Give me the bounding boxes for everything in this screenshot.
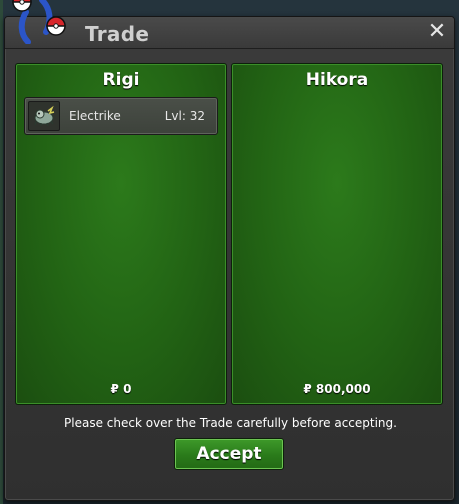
electrike-icon xyxy=(28,101,60,131)
trade-panel-right: Hikora ₽ 800,000 xyxy=(231,63,443,405)
close-icon[interactable]: ✕ xyxy=(426,20,448,44)
right-player-name: Hikora xyxy=(305,70,369,90)
left-player-name: Rigi xyxy=(102,70,140,90)
accept-button[interactable]: Accept xyxy=(174,438,284,470)
trade-notice: Please check over the Trade carefully be… xyxy=(64,416,397,430)
window-title: Trade xyxy=(85,22,150,46)
item-name: Electrike xyxy=(69,109,121,123)
item-level: Lvl: 32 xyxy=(164,109,205,123)
right-money: ₽ 800,000 xyxy=(303,382,371,396)
trade-item-slot[interactable]: Electrike Lvl: 32 xyxy=(24,97,218,135)
trade-window: Trade ✕ Rigi Electrike Lvl: 32 ₽ 0 Hikor… xyxy=(4,16,455,501)
trade-panel-left: Rigi Electrike Lvl: 32 ₽ 0 xyxy=(15,63,227,405)
pokeball-logo-icon xyxy=(12,0,66,44)
left-money: ₽ 0 xyxy=(110,382,132,396)
